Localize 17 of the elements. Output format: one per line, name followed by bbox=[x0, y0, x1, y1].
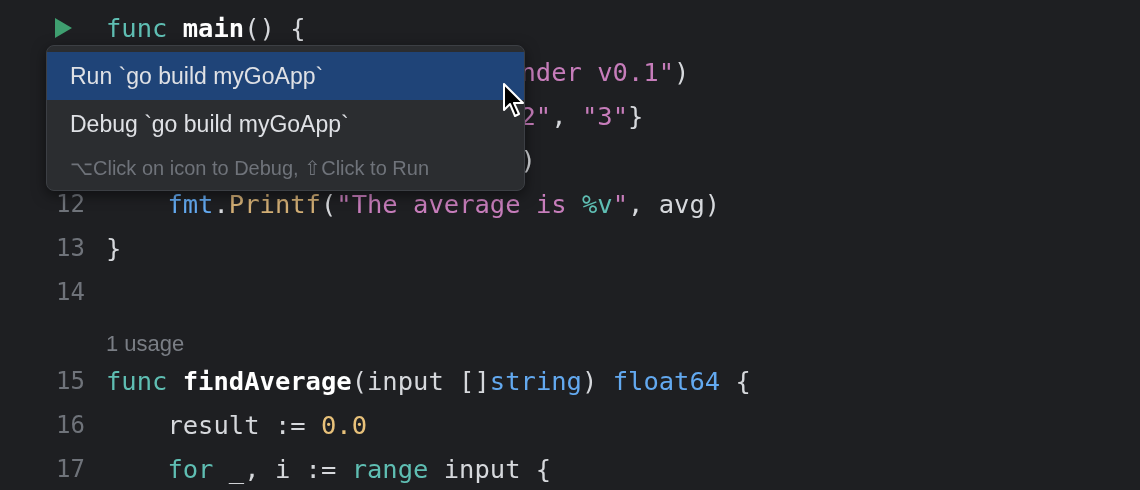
line-number: 17 bbox=[56, 455, 85, 483]
code-line: for _, i := range input { bbox=[166, 453, 552, 486]
mouse-cursor-icon bbox=[503, 83, 527, 119]
line-number: 13 bbox=[56, 234, 85, 262]
line-number: 14 bbox=[56, 278, 85, 306]
usage-hint[interactable]: 1 usage bbox=[106, 329, 185, 359]
code-line: func main() { bbox=[106, 12, 306, 45]
code-line: func findAverage(input []string) float64 { bbox=[106, 365, 751, 398]
code-line: } bbox=[106, 232, 122, 265]
code-line: fmt.Printf("The average is %v", avg) bbox=[166, 188, 721, 221]
line-number: 15 bbox=[56, 367, 85, 395]
code-line: result := 0.0 bbox=[166, 409, 367, 442]
run-icon[interactable] bbox=[53, 17, 73, 39]
menu-item[interactable]: Run `go build myGoApp` bbox=[47, 52, 524, 100]
line-number: 16 bbox=[56, 411, 85, 439]
menu-hint: ⌥Click on icon to Debug, ⇧Click to Run bbox=[69, 156, 431, 181]
line-number: 12 bbox=[56, 190, 85, 218]
